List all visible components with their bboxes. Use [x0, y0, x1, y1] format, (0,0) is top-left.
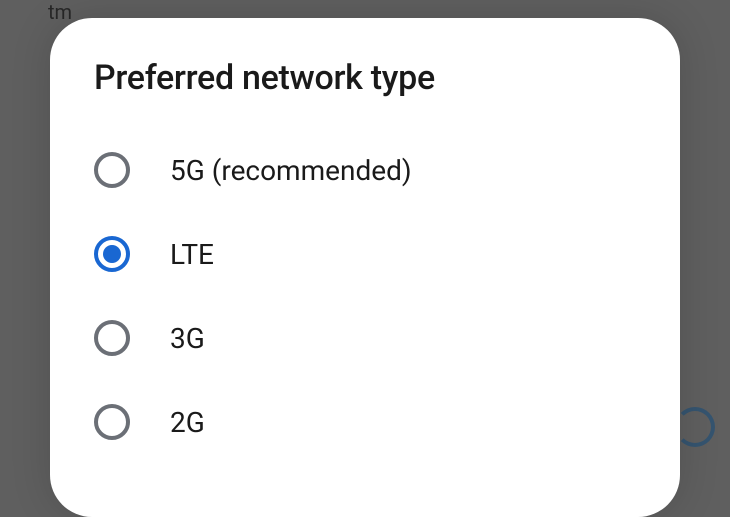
radio-icon	[94, 320, 130, 356]
option-label: 2G	[170, 406, 205, 439]
option-5g[interactable]: 5G (recommended)	[50, 128, 680, 212]
option-label: 5G (recommended)	[170, 154, 412, 187]
radio-icon	[94, 236, 130, 272]
option-lte[interactable]: LTE	[50, 212, 680, 296]
background-decorative-circle	[675, 407, 715, 447]
backdrop-fragment: tm	[48, 0, 72, 24]
option-3g[interactable]: 3G	[50, 296, 680, 380]
option-label: LTE	[170, 238, 214, 271]
radio-icon	[94, 404, 130, 440]
network-type-dialog: Preferred network type 5G (recommended) …	[50, 18, 680, 517]
dialog-title: Preferred network type	[50, 58, 680, 128]
radio-icon	[94, 152, 130, 188]
option-label: 3G	[170, 322, 205, 355]
option-2g[interactable]: 2G	[50, 380, 680, 464]
